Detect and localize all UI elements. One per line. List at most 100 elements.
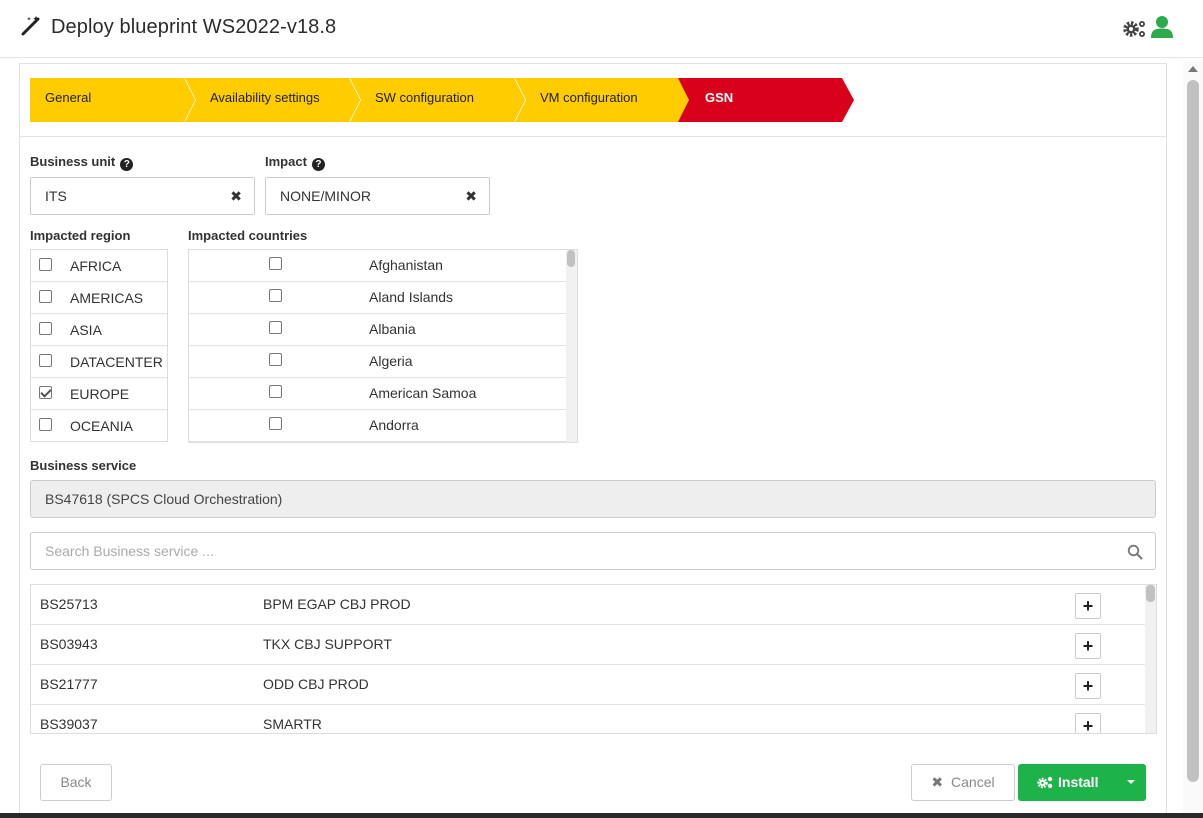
list-item[interactable]: American Samoa bbox=[189, 378, 566, 410]
service-name: TKX CBJ SUPPORT bbox=[263, 636, 392, 652]
window-scrollbar[interactable] bbox=[1183, 62, 1203, 818]
divider bbox=[20, 136, 1167, 137]
table-row: BS39037 SMARTR + bbox=[31, 705, 1146, 733]
window-bottom-edge bbox=[0, 813, 1203, 818]
search-input[interactable] bbox=[32, 534, 1112, 568]
list-item[interactable]: OCEANIA bbox=[31, 410, 167, 442]
region-label: AMERICAS bbox=[70, 290, 144, 306]
business-service-value: BS47618 (SPCS Cloud Orchestration) bbox=[45, 491, 283, 507]
checkbox[interactable] bbox=[269, 353, 282, 366]
table-row: BS03943 TKX CBJ SUPPORT + bbox=[31, 625, 1146, 665]
checkbox[interactable] bbox=[39, 322, 52, 335]
impacted-countries-list: Afghanistan Aland Islands Albania Algeri… bbox=[188, 249, 578, 443]
scrollbar-thumb[interactable] bbox=[567, 250, 575, 267]
list-item[interactable]: AMERICAS bbox=[31, 282, 167, 314]
install-button[interactable]: Install bbox=[1018, 764, 1118, 801]
checkbox[interactable] bbox=[269, 289, 282, 302]
business-service-label: Business service bbox=[30, 458, 137, 473]
step-sw-configuration[interactable]: SW configuration bbox=[350, 78, 530, 122]
search-icon[interactable] bbox=[1127, 544, 1143, 560]
back-button[interactable]: Back bbox=[40, 764, 112, 801]
checkbox[interactable] bbox=[269, 321, 282, 334]
region-label: ASIA bbox=[70, 322, 102, 338]
checkbox-checked[interactable] bbox=[39, 386, 52, 399]
checkbox[interactable] bbox=[39, 258, 52, 271]
countries-scrollbar[interactable] bbox=[566, 250, 577, 442]
step-label: GSN bbox=[705, 90, 734, 105]
cancel-button[interactable]: ✖ Cancel bbox=[911, 764, 1015, 801]
checkbox[interactable] bbox=[269, 385, 282, 398]
table-row: BS25713 BPM EGAP CBJ PROD + bbox=[31, 585, 1146, 625]
install-label: Install bbox=[1058, 774, 1099, 790]
checkbox[interactable] bbox=[39, 290, 52, 303]
impact-label-text: Impact bbox=[265, 154, 307, 169]
service-id: BS25713 bbox=[40, 596, 98, 612]
scrollbar-thumb[interactable] bbox=[1187, 80, 1199, 782]
country-label: Afghanistan bbox=[369, 257, 443, 273]
list-item[interactable]: DATACENTER bbox=[31, 346, 167, 378]
checkbox[interactable] bbox=[269, 417, 282, 430]
service-id: BS39037 bbox=[40, 716, 98, 732]
clear-icon[interactable]: ✖ bbox=[230, 188, 242, 205]
add-button[interactable]: + bbox=[1075, 673, 1101, 699]
checkbox[interactable] bbox=[269, 257, 282, 270]
impact-select[interactable]: NONE/MINOR ✖ bbox=[265, 177, 490, 215]
step-label: VM configuration bbox=[540, 90, 638, 105]
list-item[interactable]: EUROPE bbox=[31, 378, 167, 410]
install-dropdown-toggle[interactable] bbox=[1118, 764, 1146, 801]
results-scrollbar[interactable] bbox=[1145, 585, 1156, 733]
business-unit-label-text: Business unit bbox=[30, 154, 116, 169]
wizard-steps: General Availability settings SW configu… bbox=[30, 78, 890, 122]
add-button[interactable]: + bbox=[1075, 593, 1101, 619]
service-name: BPM EGAP CBJ PROD bbox=[263, 596, 411, 612]
impacted-countries-label: Impacted countries bbox=[188, 228, 308, 243]
business-service-selected: BS47618 (SPCS Cloud Orchestration) bbox=[30, 480, 1156, 518]
gears-icon[interactable] bbox=[1120, 16, 1150, 40]
step-vm-configuration[interactable]: VM configuration bbox=[515, 78, 695, 122]
page-title: Deploy blueprint WS2022-v18.8 bbox=[51, 16, 337, 38]
cancel-label: Cancel bbox=[951, 774, 995, 790]
step-label: SW configuration bbox=[375, 90, 474, 105]
clear-icon[interactable]: ✖ bbox=[465, 188, 477, 205]
business-unit-label: Business unit? bbox=[30, 154, 134, 171]
add-button[interactable]: + bbox=[1075, 633, 1101, 659]
list-item[interactable]: Andorra bbox=[189, 410, 566, 442]
business-unit-value: ITS bbox=[45, 188, 67, 204]
step-general[interactable]: General bbox=[30, 78, 198, 122]
country-label: Andorra bbox=[369, 417, 419, 433]
business-unit-select[interactable]: ITS ✖ bbox=[30, 177, 255, 215]
checkbox[interactable] bbox=[39, 418, 52, 431]
step-availability-settings[interactable]: Availability settings bbox=[185, 78, 365, 122]
list-item[interactable]: AFRICA bbox=[31, 250, 167, 282]
service-name: ODD CBJ PROD bbox=[263, 676, 369, 692]
business-service-results: BS25713 BPM EGAP CBJ PROD + BS03943 TKX … bbox=[30, 584, 1157, 734]
question-circle-icon[interactable]: ? bbox=[120, 158, 134, 171]
modal-header: Deploy blueprint WS2022-v18.8 bbox=[0, 0, 1203, 58]
gears-icon bbox=[1037, 776, 1053, 789]
country-label: Albania bbox=[369, 321, 416, 337]
region-label: DATACENTER bbox=[70, 354, 163, 370]
list-item[interactable]: Afghanistan bbox=[189, 250, 566, 282]
user-icon[interactable] bbox=[1150, 15, 1174, 39]
question-circle-icon[interactable]: ? bbox=[311, 158, 325, 171]
service-name: SMARTR bbox=[263, 716, 322, 732]
step-label: General bbox=[45, 90, 92, 105]
list-item[interactable]: Algeria bbox=[189, 346, 566, 378]
list-item[interactable]: Albania bbox=[189, 314, 566, 346]
scroll-up-arrow-icon[interactable] bbox=[1188, 66, 1198, 72]
list-item[interactable]: Aland Islands bbox=[189, 282, 566, 314]
add-button[interactable]: + bbox=[1075, 713, 1101, 733]
service-id: BS03943 bbox=[40, 636, 98, 652]
step-gsn[interactable]: GSN bbox=[678, 78, 858, 122]
region-label: OCEANIA bbox=[70, 418, 134, 434]
region-label: AFRICA bbox=[70, 258, 122, 274]
impacted-region-label: Impacted region bbox=[30, 228, 131, 243]
install-split-button: Install bbox=[1018, 764, 1146, 801]
times-icon: ✖ bbox=[931, 774, 944, 790]
impacted-region-list: AFRICA AMERICAS ASIA DATACENTER EUROPE O… bbox=[30, 249, 168, 442]
impact-value: NONE/MINOR bbox=[280, 188, 371, 204]
scrollbar-thumb[interactable] bbox=[1146, 585, 1155, 602]
country-label: American Samoa bbox=[369, 385, 477, 401]
checkbox[interactable] bbox=[39, 354, 52, 367]
list-item[interactable]: ASIA bbox=[31, 314, 167, 346]
